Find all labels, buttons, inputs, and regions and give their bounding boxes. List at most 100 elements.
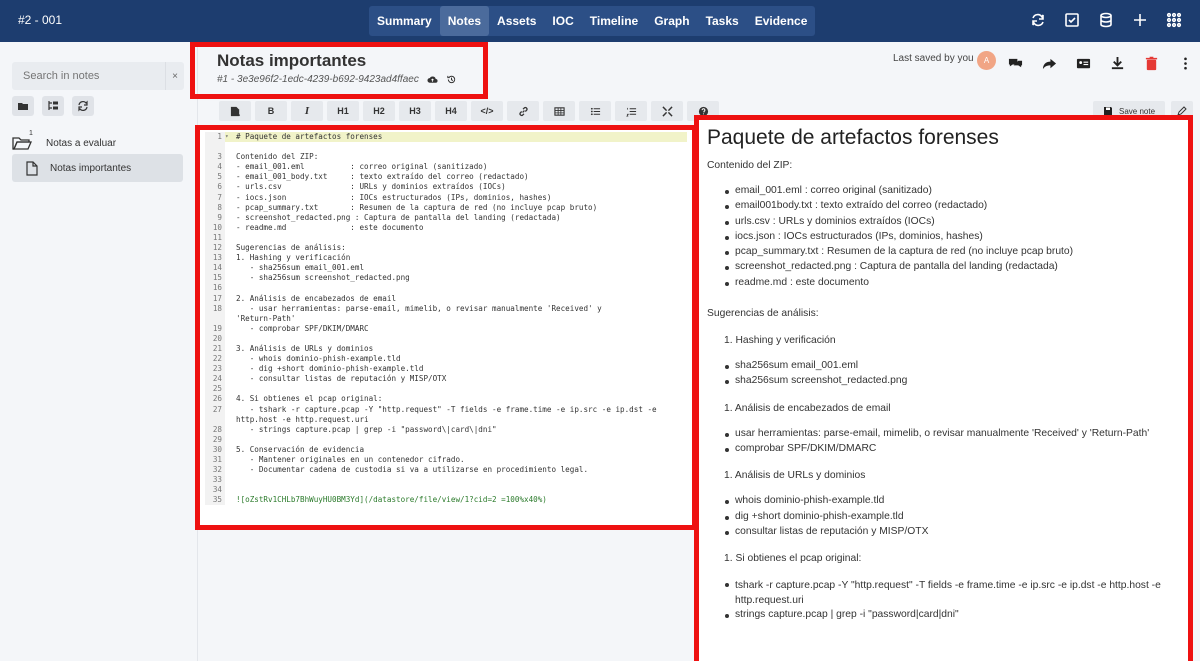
markdown-editor[interactable]: 1 ▾ # Paquete de artefactos forenses 3 Conte… <box>205 132 687 506</box>
code-line: 4 - email_001.eml : correo original (sani… <box>205 162 687 173</box>
code-line: 34 <box>205 485 687 496</box>
tab-summary[interactable]: Summary <box>369 6 440 36</box>
table-icon[interactable] <box>543 101 575 121</box>
sidebar-note-notas-importantes[interactable]: Notas importantes <box>12 154 183 182</box>
code-text: 2. Análisis de encabezados de email <box>236 293 397 303</box>
share-icon[interactable] <box>1040 54 1058 72</box>
code-line: 14 - sha256sum email_001.eml <box>205 263 687 274</box>
fold-gutter <box>225 152 233 162</box>
list-item: consultar listas de reputación y MISP/OT… <box>707 526 1187 541</box>
code-text: 4. Si obtienes el pcap original: <box>236 394 383 404</box>
checkbox-icon[interactable] <box>1062 10 1082 30</box>
h2-button[interactable]: H2 <box>363 101 395 121</box>
preview-section-heading: 1. Si obtienes el pcap original: <box>724 553 862 565</box>
code-text: ![oZstRv1CHLb7BhWuyHU0BM3Yd](/datastore/… <box>236 495 547 505</box>
line-number: 27 <box>205 404 225 415</box>
list-icon[interactable] <box>579 101 611 121</box>
line-number: 25 <box>205 384 225 395</box>
code-line: 1 ▾ # Paquete de artefactos forenses <box>205 132 687 143</box>
preview-title: Paquete de artefactos forenses <box>707 126 999 149</box>
code-text: - iocs.json : IOCs estructurados (IPs, d… <box>236 192 552 202</box>
line-number: 4 <box>205 162 225 173</box>
line-number: 19 <box>205 323 225 334</box>
code-text: 3. Análisis de URLs y dominios <box>236 343 374 353</box>
code-text: - pcap_summary.txt : Resumen de la captu… <box>236 202 598 212</box>
fold-gutter <box>225 465 233 475</box>
list-item: sha256sum email_001.eml <box>707 360 1187 375</box>
refresh-notes-button[interactable] <box>72 96 94 116</box>
code-text: - consultar listas de reputación y MISP/… <box>236 374 447 384</box>
tab-tasks[interactable]: Tasks <box>698 6 747 36</box>
code-line: 33 <box>205 475 687 486</box>
tab-evidence[interactable]: Evidence <box>747 6 816 36</box>
trash-icon[interactable] <box>1142 54 1160 72</box>
tab-graph[interactable]: Graph <box>646 6 697 36</box>
line-number: 31 <box>205 455 225 466</box>
list-item: whois dominio-phish-example.tld <box>707 495 1187 510</box>
bold-button[interactable]: B <box>255 101 287 121</box>
tab-ioc[interactable]: IOC <box>544 6 581 36</box>
fold-gutter <box>225 445 233 455</box>
download-icon[interactable] <box>1108 54 1126 72</box>
code-icon[interactable]: </> <box>471 101 503 121</box>
list-item: dig +short dominio-phish-example.tld <box>707 511 1187 526</box>
history-icon[interactable] <box>446 74 457 85</box>
note-label: Notas importantes <box>50 162 132 174</box>
code-line: 28 - strings capture.pcap | grep -i "pas… <box>205 424 687 435</box>
id-card-icon[interactable] <box>1074 54 1092 72</box>
code-line: 13 1. Hashing y verificación <box>205 253 687 264</box>
code-line: 29 <box>205 434 687 445</box>
fold-gutter <box>225 334 233 344</box>
fullscreen-icon[interactable] <box>651 101 683 121</box>
code-line: 3 Contenido del ZIP: <box>205 152 687 163</box>
code-line: 9 - screenshot_redacted.png : Captura de … <box>205 212 687 223</box>
line-number: 16 <box>205 283 225 294</box>
editor-toolbar: B I H1 H2 H3 H4 </> <box>219 101 719 121</box>
link-icon[interactable] <box>507 101 539 121</box>
refresh-icon[interactable] <box>1028 10 1048 30</box>
h4-button[interactable]: H4 <box>435 101 467 121</box>
italic-button[interactable]: I <box>291 101 323 121</box>
plus-icon[interactable] <box>1130 10 1150 30</box>
case-id: #2 - 001 <box>18 13 63 27</box>
code-text: Sugerencias de análisis: <box>236 243 346 253</box>
add-directory-button[interactable] <box>42 96 64 116</box>
cloud-upload-icon[interactable] <box>427 74 438 85</box>
folder-label: Notas a evaluar <box>46 137 117 149</box>
fold-gutter <box>225 253 233 263</box>
preview-section-list: tshark -r capture.pcap -Y "http.request"… <box>707 578 1187 624</box>
folder-open-icon <box>12 137 32 150</box>
list-item: strings capture.pcap | grep -i "password… <box>707 609 1187 624</box>
line-number: 13 <box>205 253 225 264</box>
assistant-icon[interactable] <box>219 101 251 121</box>
tab-assets[interactable]: Assets <box>489 6 544 36</box>
last-saved: Last saved by you <box>893 53 974 64</box>
tab-timeline[interactable]: Timeline <box>582 6 646 36</box>
clear-search-button[interactable]: × <box>165 62 184 90</box>
comments-icon[interactable] <box>1006 54 1024 72</box>
code-line: 15 - sha256sum screenshot_redacted.png <box>205 273 687 284</box>
fold-arrow-icon[interactable]: ▾ <box>225 132 233 142</box>
line-number: 20 <box>205 333 225 344</box>
line-number: 11 <box>205 232 225 244</box>
ordered-list-icon[interactable] <box>615 101 647 121</box>
search-input[interactable] <box>12 62 165 90</box>
h3-button[interactable]: H3 <box>399 101 431 121</box>
h1-button[interactable]: H1 <box>327 101 359 121</box>
folder-notas-a-evaluar[interactable]: Notas a evaluar <box>12 135 116 151</box>
note-title[interactable]: Notas importantes <box>217 51 366 71</box>
fold-gutter <box>225 182 233 192</box>
add-note-button[interactable] <box>12 96 34 116</box>
code-line: 26 4. Si obtienes el pcap original: <box>205 394 687 405</box>
database-icon[interactable] <box>1096 10 1116 30</box>
tab-notes[interactable]: Notes <box>439 6 490 36</box>
fold-gutter <box>225 415 233 425</box>
code-text: - tshark -r capture.pcap -Y "http.reques… <box>236 404 657 414</box>
grid-icon[interactable] <box>1164 10 1184 30</box>
list-item: email001body.txt : texto extraído del co… <box>707 200 1187 215</box>
more-icon[interactable] <box>1176 54 1194 72</box>
list-item: readme.md : este documento <box>707 277 1187 292</box>
